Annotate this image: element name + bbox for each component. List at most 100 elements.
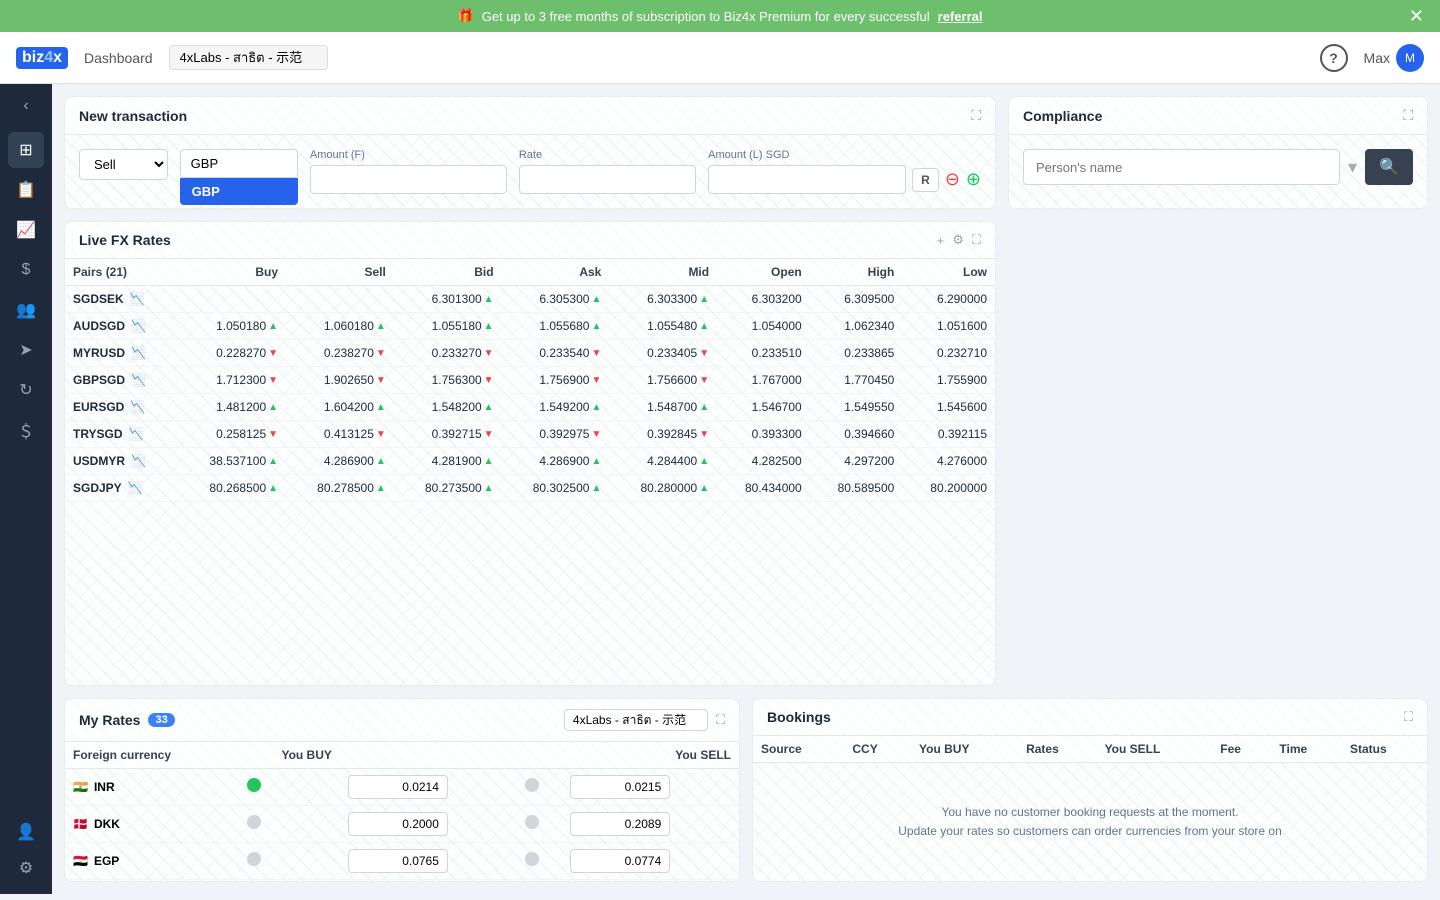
currency-dropdown[interactable]: GBP <box>180 178 298 205</box>
sell-select[interactable]: Sell Buy <box>79 149 168 180</box>
fx-table-row: SGDSEK 📉 6.301300▲ 6.305300▲ 6.303300▲ 6… <box>65 286 995 313</box>
currency-flag: 🇩🇰 <box>73 817 88 831</box>
pair-name[interactable]: USDMYR <box>73 454 125 468</box>
chart-line-icon[interactable]: 📉 <box>130 292 145 306</box>
pair-name[interactable]: SGDJPY <box>73 481 122 495</box>
buy-rate-input[interactable] <box>348 849 448 873</box>
buy-rate-input[interactable] <box>348 775 448 799</box>
add-button[interactable]: ⊕ <box>966 169 981 190</box>
add-row-icon[interactable]: + <box>937 233 945 248</box>
user-name: Max <box>1364 50 1390 66</box>
org-selector[interactable]: 4xLabs - สาธิต - 示范 <box>169 45 328 70</box>
open-cell: 0.393300 <box>717 421 810 448</box>
chart-line-icon[interactable]: 📉 <box>129 427 144 441</box>
sell-toggle[interactable] <box>525 778 539 792</box>
send-icon: ➤ <box>19 340 32 360</box>
chart-line-icon[interactable]: 📉 <box>131 454 146 468</box>
clear-button[interactable]: ⊖ <box>945 169 960 190</box>
buy-rate-input[interactable] <box>348 812 448 836</box>
pair-name[interactable]: EURSGD <box>73 400 124 414</box>
chart-line-icon[interactable]: 📉 <box>131 373 146 387</box>
r-badge[interactable]: R <box>912 168 939 192</box>
amount-f-input[interactable] <box>310 165 507 194</box>
buy-toggle[interactable] <box>247 778 261 792</box>
rate-field: Rate <box>519 149 696 194</box>
pair-name[interactable]: TRYSGD <box>73 427 123 441</box>
pair-cell: TRYSGD 📉 <box>65 421 178 448</box>
rate-input[interactable] <box>519 165 696 194</box>
sidebar-item-users[interactable]: 👥 <box>8 292 44 328</box>
sidebar-item-gear[interactable]: ⚙ <box>8 850 44 886</box>
pair-name[interactable]: AUDSGD <box>73 319 125 333</box>
chart-line-icon[interactable]: 📉 <box>130 400 145 414</box>
rates-table-row: 🇪🇬 EGP <box>65 842 739 879</box>
mid-cell: 1.756600▼ <box>609 367 717 394</box>
pair-cell: GBPSGD 📉 <box>65 367 178 394</box>
currency-code: DKK <box>94 817 120 831</box>
fx-table-row: SGDJPY 📉 80.268500▲ 80.278500▲ 80.273500… <box>65 475 995 502</box>
banner-close-button[interactable]: ✕ <box>1409 7 1424 25</box>
users-icon: 👥 <box>16 300 36 320</box>
compliance-expand-icon[interactable]: ⛶ <box>1403 107 1413 124</box>
my-rates-table: Foreign currency You BUY You SELL 🇮🇳 INR <box>65 742 739 880</box>
arrow-up-icon: ▲ <box>699 294 709 305</box>
help-button[interactable]: ? <box>1320 44 1348 72</box>
sidebar-item-refresh[interactable]: ↻ <box>8 372 44 408</box>
chart-line-icon[interactable]: 📉 <box>131 346 146 360</box>
bid-cell: 1.756300▼ <box>394 367 502 394</box>
gift-icon: 🎁 <box>458 8 474 24</box>
fx-expand-icon[interactable]: ⛶ <box>972 232 981 248</box>
search-button[interactable]: 🔍 <box>1365 149 1413 185</box>
sell-toggle[interactable] <box>525 852 539 866</box>
bookings-actions: ⛶ <box>1404 709 1413 725</box>
rates-buy-toggle-cell <box>239 768 340 805</box>
my-rates-title: My Rates <box>79 712 140 728</box>
compliance-title: Compliance <box>1023 108 1102 124</box>
bookings-col-status: Status <box>1342 736 1427 763</box>
sidebar-item-send[interactable]: ➤ <box>8 332 44 368</box>
pair-cell: SGDJPY 📉 <box>65 475 178 502</box>
ask-cell: 80.302500▲ <box>502 475 610 502</box>
sidebar-toggle[interactable]: ‹ <box>12 92 40 120</box>
pair-name[interactable]: MYRUSD <box>73 346 125 360</box>
person-name-input[interactable] <box>1023 149 1340 185</box>
rates-col-sell: You SELL <box>562 742 739 769</box>
rates-org-selector[interactable]: 4xLabs - สาธิต - 示范 <box>564 709 708 731</box>
rates-expand-icon[interactable]: ⛶ <box>716 712 725 728</box>
arrow-down-icon: ▼ <box>268 429 278 440</box>
transaction-title: New transaction <box>79 108 187 124</box>
filter-icon[interactable]: ⚙ <box>952 232 964 248</box>
sidebar-item-dollar2[interactable]: ＄ <box>8 412 44 448</box>
banner-link[interactable]: referral <box>938 9 983 24</box>
arrow-up-icon: ▲ <box>484 402 494 413</box>
sell-toggle[interactable] <box>525 815 539 829</box>
pair-name[interactable]: SGDSEK <box>73 292 124 306</box>
arrow-up-icon: ▲ <box>591 456 601 467</box>
sidebar-item-team[interactable]: 👤 <box>8 814 44 850</box>
arrow-up-icon: ▲ <box>591 483 601 494</box>
sell-rate-input[interactable] <box>570 775 670 799</box>
sidebar-item-chart[interactable]: 📈 <box>8 212 44 248</box>
dropdown-arrow-icon[interactable]: ▾ <box>1348 149 1357 185</box>
user-menu[interactable]: Max M <box>1364 44 1424 72</box>
currency-input[interactable] <box>180 149 298 178</box>
chart-line-icon[interactable]: 📉 <box>128 481 143 495</box>
bookings-expand-icon[interactable]: ⛶ <box>1404 709 1413 725</box>
buy-toggle[interactable] <box>247 852 261 866</box>
sidebar-item-document[interactable]: 📋 <box>8 172 44 208</box>
sell-rate-input[interactable] <box>570 849 670 873</box>
ask-cell: 1.549200▲ <box>502 394 610 421</box>
chart-line-icon[interactable]: 📉 <box>131 319 146 333</box>
transaction-expand-icon[interactable]: ⛶ <box>971 107 981 124</box>
pair-name[interactable]: GBPSGD <box>73 373 125 387</box>
sidebar-item-grid[interactable]: ⊞ <box>8 132 44 168</box>
bookings-table-body: You have no customer booking requests at… <box>753 762 1427 881</box>
sell-rate-input[interactable] <box>570 812 670 836</box>
col-high: High <box>810 259 903 286</box>
buy-toggle[interactable] <box>247 815 261 829</box>
dashboard-link[interactable]: Dashboard <box>84 50 153 66</box>
amount-l-input[interactable]: 0 <box>708 165 906 194</box>
rates-table-row: 🇩🇰 DKK <box>65 805 739 842</box>
sidebar-item-dollar[interactable]: $ <box>8 252 44 288</box>
document-icon: 📋 <box>16 180 36 200</box>
